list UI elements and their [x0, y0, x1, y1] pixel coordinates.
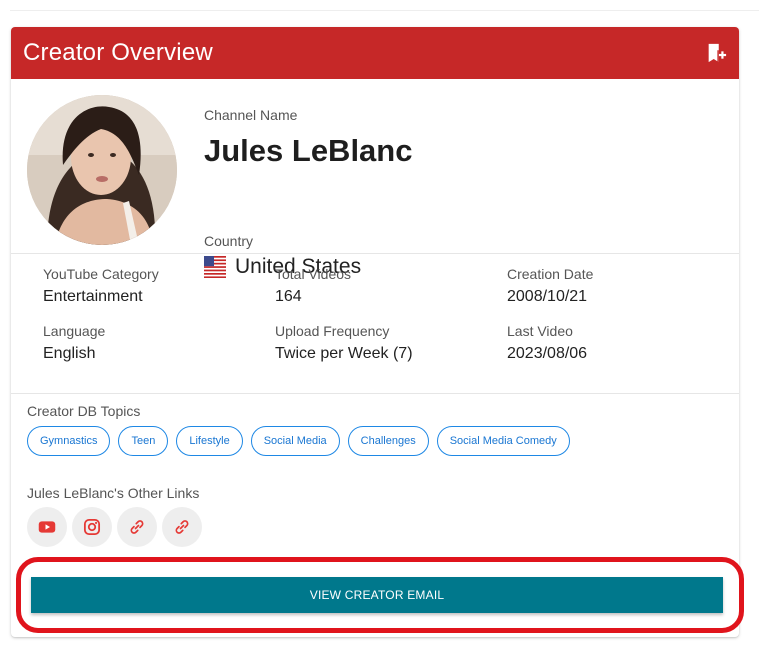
avatar	[27, 95, 177, 245]
link-icon	[175, 520, 189, 534]
stat-label: Language	[43, 323, 106, 339]
stat-label: Total Videos	[275, 266, 352, 282]
channel-name-label: Channel Name	[204, 107, 298, 123]
card-header: Creator Overview	[11, 27, 739, 79]
stat-label: YouTube Category	[43, 266, 159, 282]
other-links-label: Jules LeBlanc's Other Links	[27, 485, 200, 501]
topics-label: Creator DB Topics	[27, 403, 141, 419]
youtube-link-button[interactable]	[27, 507, 67, 547]
link-icon	[130, 520, 144, 534]
profile-section: Channel Name Jules LeBlanc Country Unite…	[11, 79, 739, 278]
stat-value: English	[43, 345, 96, 362]
top-divider	[10, 10, 759, 11]
topic-chip-social-media-comedy[interactable]: Social Media Comedy	[436, 426, 570, 456]
card-title: Creator Overview	[23, 39, 213, 66]
external-link-button[interactable]	[117, 507, 157, 547]
topic-chip-teen[interactable]: Teen	[118, 426, 169, 456]
channel-name: Jules LeBlanc	[204, 133, 413, 168]
stat-label: Last Video	[507, 323, 573, 339]
stat-last-video: Last Video 2023/08/06	[507, 323, 587, 363]
youtube-icon	[38, 521, 56, 533]
stat-value: 2023/08/06	[507, 345, 588, 362]
stat-language: Language English	[43, 323, 105, 363]
stat-value: 2008/10/21	[507, 288, 588, 305]
avatar-image	[27, 95, 177, 245]
view-creator-email-button[interactable]: VIEW CREATOR EMAIL	[31, 577, 723, 613]
stat-upload-frequency: Upload Frequency Twice per Week (7)	[275, 323, 413, 363]
stats-grid: YouTube Category Entertainment Total Vid…	[11, 254, 739, 394]
topic-chip-gymnastics[interactable]: Gymnastics	[27, 426, 111, 456]
stat-label: Upload Frequency	[275, 323, 390, 339]
topic-chip-challenges[interactable]: Challenges	[347, 426, 429, 456]
instagram-icon	[83, 518, 101, 536]
other-links-list	[27, 507, 202, 547]
stat-value: 164	[275, 288, 302, 305]
stat-value: Twice per Week (7)	[275, 345, 413, 362]
stat-youtube-category: YouTube Category Entertainment	[43, 266, 159, 306]
topics-section: Creator DB Topics Gymnastics Teen Lifest…	[27, 403, 570, 456]
topic-chip-lifestyle[interactable]: Lifestyle	[176, 426, 243, 456]
stat-value: Entertainment	[43, 288, 143, 305]
instagram-link-button[interactable]	[72, 507, 112, 547]
stat-label: Creation Date	[507, 266, 594, 282]
stat-total-videos: Total Videos 164	[275, 266, 351, 306]
country-label: Country	[204, 233, 254, 249]
bookmark-add-icon[interactable]	[705, 42, 727, 64]
topic-chip-list: Gymnastics Teen Lifestyle Social Media C…	[27, 426, 570, 456]
external-link-button[interactable]	[162, 507, 202, 547]
topic-chip-social-media[interactable]: Social Media	[250, 426, 340, 456]
stat-creation-date: Creation Date 2008/10/21	[507, 266, 593, 306]
creator-overview-card: Creator Overview Channel Name Jules LeBl…	[11, 27, 739, 637]
other-links-section: Jules LeBlanc's Other Links	[27, 485, 202, 547]
